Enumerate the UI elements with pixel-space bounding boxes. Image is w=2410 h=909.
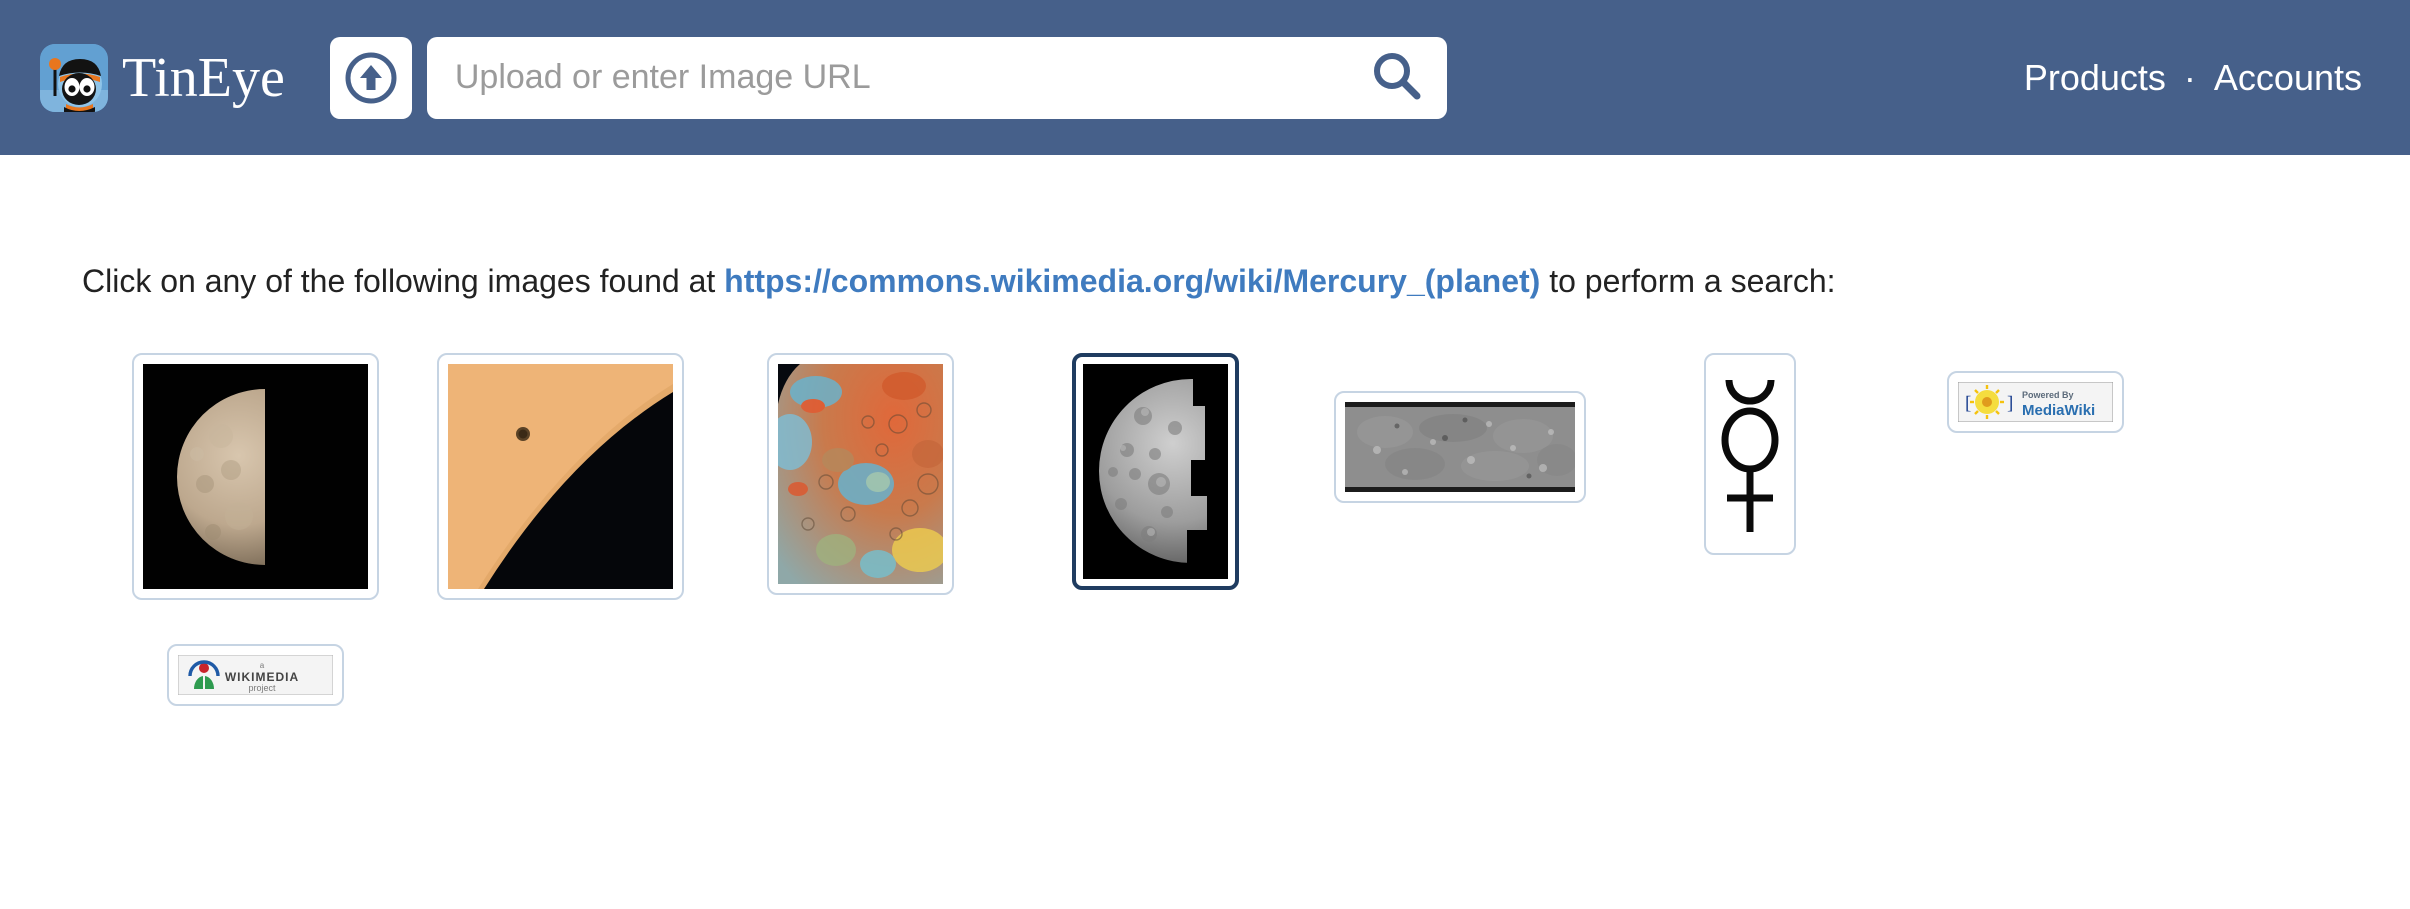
results-grid: [ ] Powered By MediaWiki xyxy=(105,353,2305,600)
nav-separator: · xyxy=(2183,56,2196,98)
svg-text:WIKIMEDIA: WIKIMEDIA xyxy=(224,670,298,684)
thumbnail-image-6: [ ] Powered By MediaWiki xyxy=(1957,382,2113,422)
brand-logo-link[interactable]: TinEye xyxy=(40,43,285,112)
result-thumbnail-mercury-crescent[interactable] xyxy=(131,353,379,600)
svg-text:Powered By: Powered By xyxy=(2022,390,2074,400)
result-slot-6: [ ] Powered By MediaWiki xyxy=(1885,353,2185,433)
result-thumbnail-mercury-transit[interactable] xyxy=(436,353,684,600)
result-thumbnail-mediawiki-badge[interactable]: [ ] Powered By MediaWiki xyxy=(1946,371,2124,433)
upload-button[interactable] xyxy=(329,36,412,119)
nav-item-accounts[interactable]: Accounts xyxy=(2214,57,2362,99)
upload-circle-arrow-icon xyxy=(344,51,398,105)
thumbnail-image-2 xyxy=(777,364,943,584)
header-nav: Products · Accounts xyxy=(2024,57,2362,99)
result-thumbnail-mercury-symbol[interactable] xyxy=(1704,353,1796,555)
result-slot-7: a WIKIMEDIA project xyxy=(105,644,405,706)
result-slot-5 xyxy=(1615,353,1885,555)
intro-text-after: to perform a search: xyxy=(1540,263,1836,299)
result-thumbnail-grayscale-map[interactable] xyxy=(1334,391,1586,503)
svg-text:[: [ xyxy=(1965,393,1971,414)
thumbnail-image-7: a WIKIMEDIA project xyxy=(177,655,333,695)
search-input[interactable] xyxy=(426,37,1347,118)
search-button[interactable] xyxy=(1347,38,1447,118)
result-slot-3 xyxy=(1005,353,1305,590)
result-thumbnail-wikimedia-badge[interactable]: a WIKIMEDIA project xyxy=(166,644,344,706)
svg-text:a: a xyxy=(259,661,264,670)
intro-text-before: Click on any of the following images fou… xyxy=(82,263,725,299)
nav-item-products[interactable]: Products xyxy=(2024,57,2166,99)
results-grid-row-2: a WIKIMEDIA project xyxy=(105,644,2410,706)
result-slot-0 xyxy=(105,353,405,600)
result-slot-1 xyxy=(405,353,715,600)
thumbnail-image-4 xyxy=(1345,402,1575,492)
svg-text:]: ] xyxy=(2007,393,2013,414)
search-icon xyxy=(1369,48,1425,107)
tineye-robot-logo-icon xyxy=(40,43,108,112)
intro-text: Click on any of the following images fou… xyxy=(82,261,2410,301)
search-bar xyxy=(426,36,1447,119)
result-slot-4 xyxy=(1305,353,1615,503)
site-header: TinEye Products · Accounts xyxy=(0,0,2410,155)
thumbnail-image-0 xyxy=(142,364,368,589)
svg-text:project: project xyxy=(248,683,276,693)
svg-text:MediaWiki: MediaWiki xyxy=(2022,402,2095,419)
brand-name: TinEye xyxy=(122,46,285,109)
result-thumbnail-grayscale-mosaic[interactable] xyxy=(1071,353,1239,590)
thumbnail-image-3 xyxy=(1082,364,1228,579)
thumbnail-image-1 xyxy=(447,364,673,589)
result-slot-2 xyxy=(715,353,1005,595)
thumbnail-image-5 xyxy=(1715,364,1785,544)
main-content: Click on any of the following images fou… xyxy=(0,261,2410,706)
source-url-link[interactable]: https://commons.wikimedia.org/wiki/Mercu… xyxy=(724,263,1540,299)
result-thumbnail-false-colour-surface[interactable] xyxy=(766,353,954,595)
